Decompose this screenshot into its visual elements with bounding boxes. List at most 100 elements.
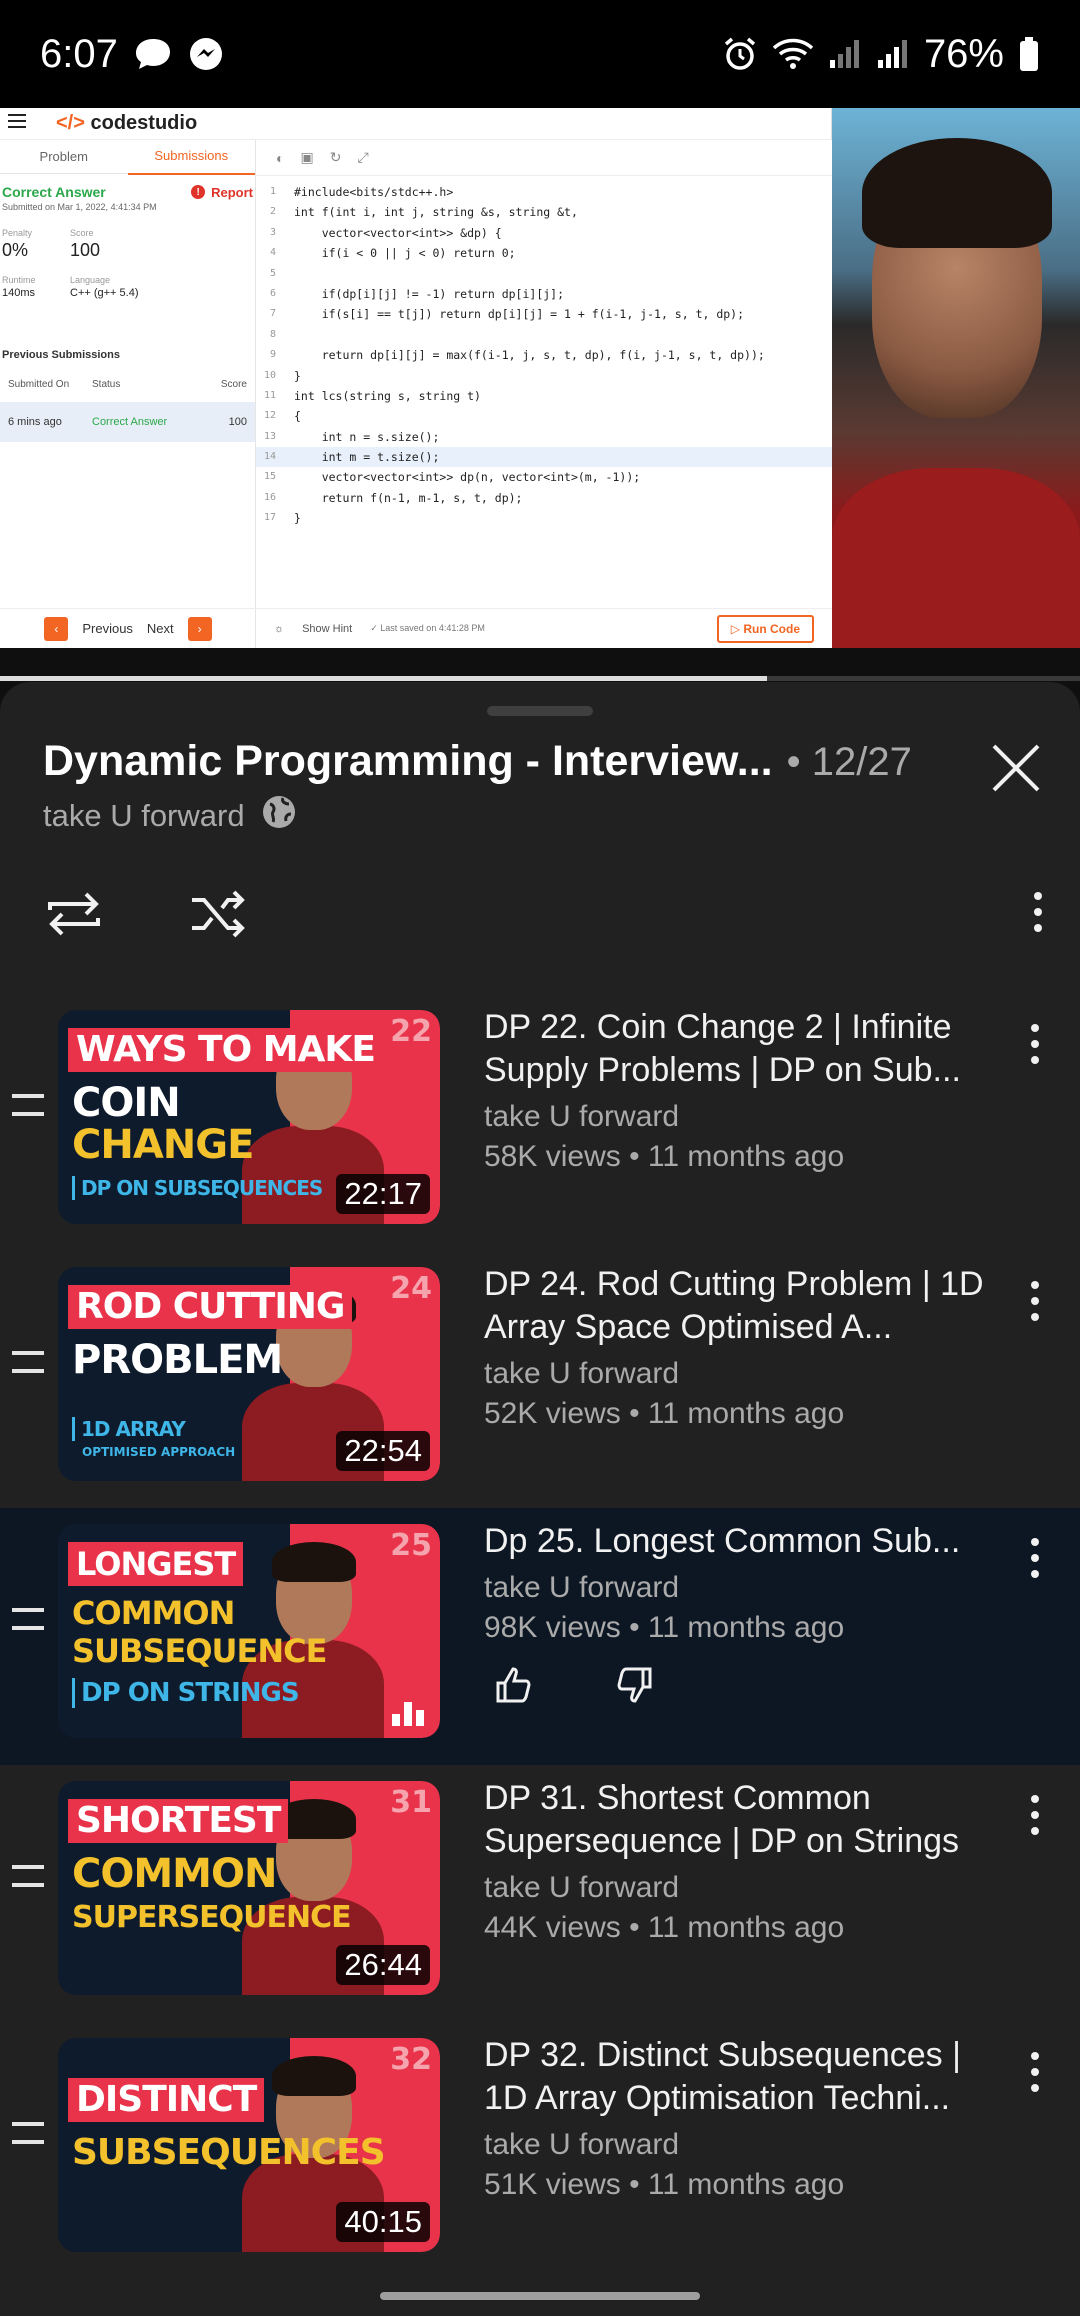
show-hint-label: Show Hint	[302, 622, 353, 635]
code-line: 3 vector<vector<int>> &dp) {	[269, 225, 502, 240]
playlist-item[interactable]: 22 WAYS TO MAKE COIN CHANGE DP ON SUBSEQ…	[0, 994, 1080, 1251]
item-more-button[interactable]	[1020, 1528, 1050, 1588]
video-thumbnail[interactable]: 32 DISTINCT SUBSEQUENCES 40:15	[58, 2038, 440, 2252]
video-title[interactable]: DP 24. Rod Cutting Problem | 1D Array Sp…	[484, 1263, 1004, 1349]
chevron-right-icon: ›	[187, 616, 212, 641]
reorder-handle-icon[interactable]	[12, 1865, 44, 1887]
playlist-item[interactable]: 31 SHORTEST COMMON SUPERSEQUENCE 26:44 D…	[0, 1765, 1080, 2022]
video-thumbnail[interactable]: 25 LONGEST COMMON SUBSEQUENCE DP ON STRI…	[58, 1524, 440, 1738]
playlist-channel[interactable]: take U forward	[43, 794, 297, 838]
code-line: 10}	[263, 368, 301, 383]
video-meta: 52K views • 11 months ago	[484, 1397, 845, 1430]
video-screen-codestudio: </> codestudio Problem Submissions Corre…	[0, 108, 832, 648]
code-line: 15 vector<vector<int>> dp(n, vector<int>…	[263, 470, 641, 485]
playlist-panel: Dynamic Programming - Interview... • 12/…	[0, 682, 1080, 2316]
run-code-label: ▷ Run Code	[716, 614, 814, 643]
battery-percent: 76%	[923, 31, 1004, 76]
item-more-button[interactable]	[1020, 2042, 1050, 2102]
video-player[interactable]: </> codestudio Problem Submissions Corre…	[0, 108, 1080, 648]
item-more-button[interactable]	[1020, 1271, 1050, 1331]
now-playing-icon	[392, 1700, 428, 1726]
fullscreen-icon: ⤢	[357, 149, 369, 165]
submitted-on: Submitted on Mar 1, 2022, 4:41:34 PM	[2, 202, 157, 212]
chat-bubble-icon	[134, 37, 172, 71]
battery-icon	[1018, 36, 1040, 72]
webcam-overlay	[832, 108, 1080, 648]
playlist-more-button[interactable]	[1023, 882, 1053, 942]
playlist-item[interactable]: 24 ROD CUTTING PROBLEM 1D ARRAY OPTIMISE…	[0, 1251, 1080, 1508]
video-duration: 40:15	[336, 2202, 430, 2242]
codestudio-logo: </> codestudio	[56, 112, 198, 134]
previous-submissions-header: Submitted On Status Score	[8, 379, 247, 390]
video-thumbnail[interactable]: 24 ROD CUTTING PROBLEM 1D ARRAY OPTIMISE…	[58, 1267, 440, 1481]
video-title[interactable]: DP 22. Coin Change 2 | Infinite Supply P…	[484, 1006, 1004, 1092]
last-saved-label: ✓ Last saved on 4:41:28 PM	[370, 623, 485, 633]
code-line: 14 int m = t.size();	[256, 447, 832, 468]
signal-icon	[828, 38, 862, 70]
like-button[interactable]	[494, 1665, 534, 1710]
shuffle-button[interactable]	[186, 882, 250, 946]
code-editor: ◐ ▣ ↻ ⤢ 1 #include<bits/stdc++.h> 2 int f(i…	[256, 140, 832, 648]
shuffle-icon	[192, 890, 245, 938]
reorder-handle-icon[interactable]	[12, 2122, 44, 2144]
next-label: Next	[146, 621, 174, 636]
messenger-icon	[188, 36, 224, 72]
status-time: 6:07	[40, 31, 118, 76]
report-icon: !	[191, 185, 206, 199]
close-button[interactable]	[986, 738, 1046, 798]
code-line: 16 return f(n-1, m-1, s, t, dp);	[263, 490, 523, 505]
item-more-button[interactable]	[1020, 1014, 1050, 1074]
video-meta: 44K views • 11 months ago	[484, 1911, 845, 1944]
code-line: 11 int lcs(string s, string t)	[263, 388, 481, 403]
video-duration: 22:54	[336, 1431, 430, 1471]
chevron-left-icon: ‹	[44, 616, 69, 641]
playlist-item-now-playing[interactable]: 25 LONGEST COMMON SUBSEQUENCE DP ON STRI…	[0, 1508, 1080, 1765]
previous-label: Previous	[82, 621, 133, 636]
save-icon: ▣	[300, 149, 314, 165]
playlist-items: 22 WAYS TO MAKE COIN CHANGE DP ON SUBSEQ…	[0, 994, 1080, 2279]
code-line: 9 return dp[i][j] = max(f(i-1, j, s, t, …	[269, 348, 765, 363]
close-icon	[992, 744, 1040, 792]
video-title[interactable]: Dp 25. Longest Common Sub...	[484, 1520, 1004, 1563]
code-line: 13 int n = s.size();	[263, 429, 440, 444]
drag-handle[interactable]	[487, 706, 593, 716]
video-thumbnail[interactable]: 31 SHORTEST COMMON SUPERSEQUENCE 26:44	[58, 1781, 440, 1995]
code-line: 5	[269, 267, 276, 279]
playlist-position: • 12/27	[786, 740, 912, 784]
code-line: 7 if(s[i] == t[j]) return dp[i][j] = 1 +…	[269, 307, 745, 322]
report-label: ! Report	[191, 185, 253, 200]
signal-icon	[876, 38, 910, 70]
gesture-nav-bar[interactable]	[380, 2292, 700, 2300]
thumbs-down-icon	[617, 1667, 652, 1703]
video-title[interactable]: DP 32. Distinct Subsequences | 1D Array …	[484, 2034, 1004, 2120]
reorder-handle-icon[interactable]	[12, 1608, 44, 1630]
video-title[interactable]: DP 31. Shortest Common Supersequence | D…	[484, 1777, 1004, 1863]
video-thumbnail[interactable]: 22 WAYS TO MAKE COIN CHANGE DP ON SUBSEQ…	[58, 1010, 440, 1224]
tab-submissions: Submissions	[127, 139, 255, 175]
video-progress-bar[interactable]	[0, 676, 1080, 681]
loop-button[interactable]	[42, 882, 106, 946]
code-line: 17}	[263, 511, 301, 526]
editor-footer: ☼ Show Hint ✓ Last saved on 4:41:28 PM ▷…	[256, 608, 832, 648]
globe-icon	[261, 794, 297, 838]
metric-penalty: Penalty 0%	[2, 228, 33, 260]
video-meta: 98K views • 11 months ago	[484, 1611, 845, 1644]
reorder-handle-icon[interactable]	[12, 1351, 44, 1373]
video-meta: 58K views • 11 months ago	[484, 1140, 845, 1173]
hint-icon: ☼	[274, 622, 285, 635]
code-line: 1 #include<bits/stdc++.h>	[269, 185, 454, 199]
playlist-item[interactable]: 32 DISTINCT SUBSEQUENCES 40:15 DP 32. Di…	[0, 2022, 1080, 2279]
editor-toolbar: ◐ ▣ ↻ ⤢	[256, 140, 832, 176]
video-progress-fill	[0, 676, 767, 681]
loop-icon	[48, 892, 100, 936]
alarm-icon	[722, 36, 758, 72]
table-row: 6 mins ago Correct Answer 100	[0, 402, 255, 442]
video-duration: 22:17	[336, 1174, 430, 1214]
metric-runtime: Runtime 140ms	[2, 275, 36, 299]
item-more-button[interactable]	[1020, 1785, 1050, 1845]
playlist-title: Dynamic Programming - Interview...	[43, 737, 773, 785]
code-line: 4 if(i < 0 || j < 0) return 0;	[269, 246, 516, 261]
video-channel: take U forward	[484, 1357, 680, 1390]
reorder-handle-icon[interactable]	[12, 1094, 44, 1116]
dislike-button[interactable]	[614, 1665, 654, 1710]
